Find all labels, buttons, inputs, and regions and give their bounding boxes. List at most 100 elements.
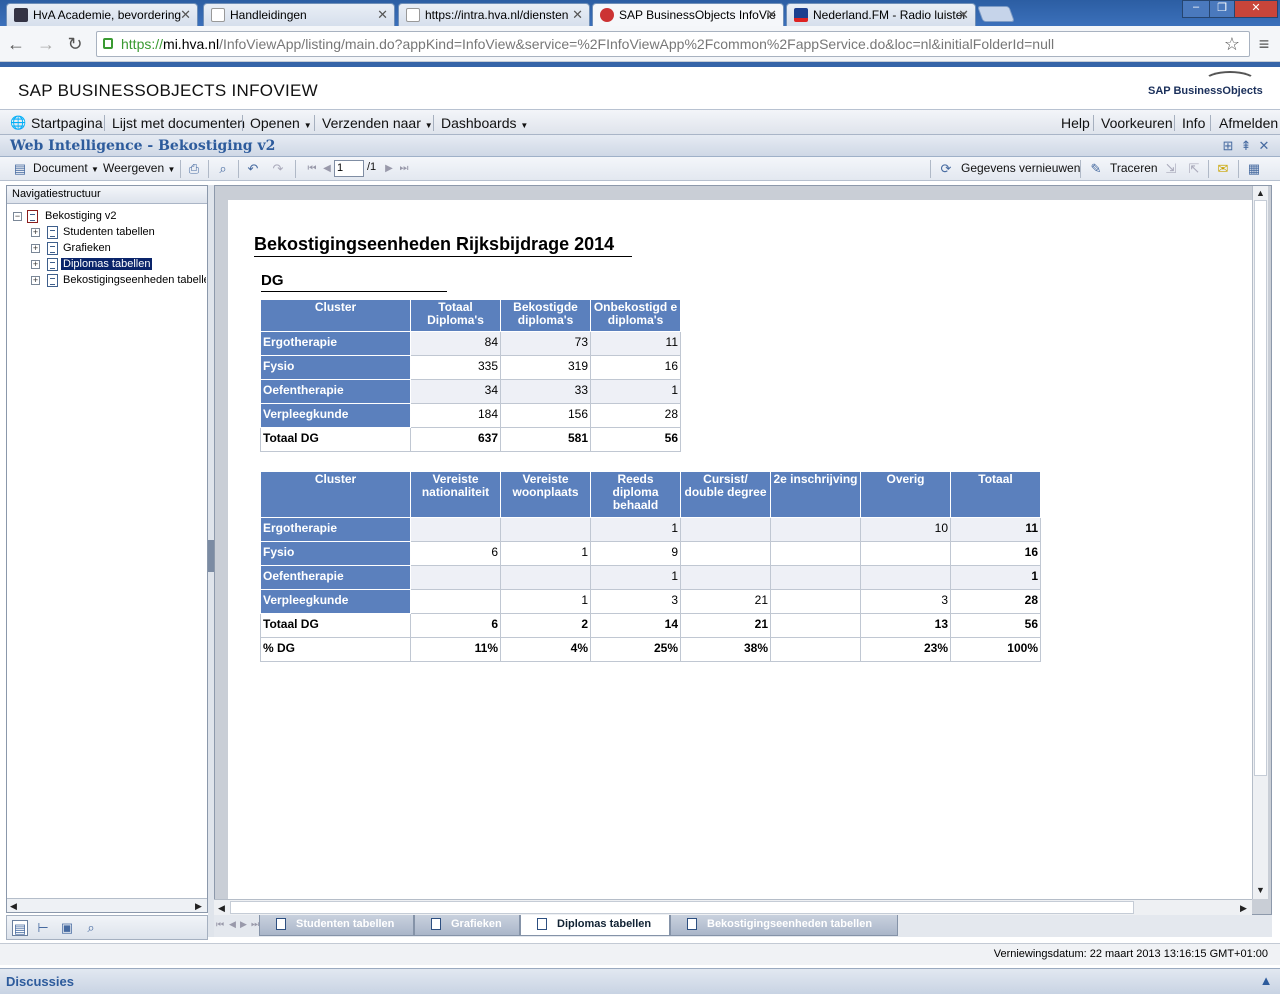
scrollbar-thumb[interactable] bbox=[1254, 200, 1267, 776]
close-icon[interactable]: ✕ bbox=[377, 7, 388, 23]
next-page-icon[interactable]: ▶ bbox=[381, 161, 397, 177]
collapse-icon[interactable]: − bbox=[13, 212, 22, 221]
trace-button[interactable]: Traceren bbox=[1110, 161, 1158, 175]
close-icon[interactable]: ✕ bbox=[766, 7, 777, 23]
url-input[interactable]: https://mi.hva.nl/InfoViewApp/listing/ma… bbox=[96, 31, 1250, 57]
restore-icon[interactable]: ❐ bbox=[1209, 0, 1235, 18]
tab-bekostigingseenheden-tabellen[interactable]: Bekostigingseenheden tabellen bbox=[670, 915, 898, 936]
minimize-icon[interactable]: – bbox=[1182, 0, 1210, 18]
last-page-icon[interactable]: ⏭ bbox=[396, 161, 412, 177]
tree-item-grafieken[interactable]: Grafieken bbox=[63, 242, 111, 254]
menu-startpagina[interactable]: Startpagina bbox=[31, 115, 103, 131]
menu-dashboards[interactable]: Dashboards ▼ bbox=[441, 115, 528, 131]
new-tab-button[interactable] bbox=[977, 6, 1015, 22]
tree-root-bekostiging[interactable]: Bekostiging v2 bbox=[45, 210, 117, 222]
close-icon[interactable]: ✕ bbox=[1256, 138, 1272, 154]
tab-diplomas-tabellen[interactable]: Diplomas tabellen bbox=[520, 915, 670, 936]
uitval-table: Cluster Vereiste nationaliteit Vereiste … bbox=[260, 471, 1041, 662]
maximize-icon[interactable]: ⊞ bbox=[1220, 138, 1236, 154]
drill-filter-icon[interactable]: ⇱ bbox=[1186, 161, 1202, 177]
expand-icon[interactable]: + bbox=[31, 260, 40, 269]
tree-item-bekostigingseenheden[interactable]: Bekostigingseenheden tabelle bbox=[63, 274, 206, 286]
tab-studenten-tabellen[interactable]: Studenten tabellen bbox=[259, 915, 414, 936]
table-row: Oefentherapie 1 1 bbox=[260, 565, 1041, 590]
expand-icon[interactable]: + bbox=[31, 228, 40, 237]
browser-tab-nederlandfm[interactable]: Nederland.FM - Radio luister ✕ bbox=[786, 3, 976, 26]
scroll-left-icon[interactable]: ◀ bbox=[218, 903, 225, 914]
menu-openen[interactable]: Openen ▼ bbox=[250, 115, 312, 131]
refresh-data-button[interactable]: Gegevens vernieuwen bbox=[961, 161, 1080, 175]
menu-voorkeuren[interactable]: Voorkeuren bbox=[1101, 115, 1173, 131]
scroll-left-icon[interactable]: ◀ bbox=[10, 901, 17, 912]
drill-icon[interactable]: ⇲ bbox=[1163, 161, 1179, 177]
document-structure-icon[interactable]: ▤ bbox=[12, 920, 28, 936]
close-icon[interactable]: ✕ bbox=[958, 7, 969, 23]
reload-icon[interactable]: ↻ bbox=[63, 32, 87, 56]
bookmark-star-icon[interactable]: ☆ bbox=[1220, 32, 1244, 56]
menu-info[interactable]: Info bbox=[1182, 115, 1205, 131]
find-binoculars-icon[interactable]: ⌕ bbox=[215, 161, 231, 177]
menu-help[interactable]: Help bbox=[1061, 115, 1090, 131]
navigation-panel: Navigatiestructuur − Bekostiging v2 + St… bbox=[6, 185, 208, 913]
scroll-down-icon[interactable]: ▼ bbox=[1256, 885, 1265, 895]
menu-lijst[interactable]: Lijst met documenten bbox=[112, 115, 245, 131]
browser-tab-handleidingen[interactable]: Handleidingen ✕ bbox=[203, 3, 395, 26]
undo-icon[interactable]: ↶ bbox=[245, 161, 261, 177]
tree-item-studenten[interactable]: Studenten tabellen bbox=[63, 226, 155, 238]
tab-scroll-last-icon[interactable]: ⏭ bbox=[251, 919, 259, 930]
data-icon[interactable]: ▣ bbox=[59, 920, 75, 936]
weergeven-menu[interactable]: Weergeven ▼ bbox=[103, 161, 175, 175]
redo-icon[interactable]: ↷ bbox=[270, 161, 286, 177]
report-vertical-scrollbar[interactable]: ▲ ▼ bbox=[1252, 186, 1268, 899]
window-close-icon[interactable]: ✕ bbox=[1234, 0, 1278, 18]
scroll-right-icon[interactable]: ▶ bbox=[1240, 903, 1247, 914]
first-page-icon[interactable]: ⏮ bbox=[304, 161, 320, 177]
value-cell: 1 bbox=[590, 379, 681, 404]
toolbar-separator bbox=[1208, 160, 1209, 178]
navigation-horizontal-scrollbar[interactable]: ◀ ▶ bbox=[7, 898, 207, 912]
url-host: mi.hva.nl bbox=[163, 36, 220, 52]
document-menu[interactable]: Document ▼ bbox=[33, 161, 99, 175]
expand-up-icon[interactable]: ▲ bbox=[1258, 973, 1274, 989]
tab-scroll-prev-icon[interactable]: ◀ bbox=[229, 919, 236, 930]
filter-structure-icon[interactable]: ⊢ bbox=[35, 920, 51, 936]
tab-label: Grafieken bbox=[451, 918, 502, 930]
wrench-menu-icon[interactable]: ≡ bbox=[1252, 32, 1276, 56]
browser-tab-hva[interactable]: HvA Academie, bevordering ✕ bbox=[6, 3, 198, 26]
browser-tab-intra[interactable]: https://intra.hva.nl/diensten ✕ bbox=[398, 3, 590, 26]
page-number-input[interactable]: 1 bbox=[334, 160, 364, 177]
total-cell: 100% bbox=[950, 637, 1041, 662]
tree-item-diplomas[interactable]: Diplomas tabellen bbox=[61, 258, 153, 270]
scroll-up-icon[interactable]: ▲ bbox=[1256, 188, 1265, 198]
menu-afmelden[interactable]: Afmelden bbox=[1219, 115, 1278, 131]
scroll-right-icon[interactable]: ▶ bbox=[195, 901, 202, 912]
webi-document-icon bbox=[27, 210, 38, 223]
cluster-cell: Verpleegkunde bbox=[260, 589, 411, 614]
tab-grafieken[interactable]: Grafieken bbox=[414, 915, 520, 936]
close-icon[interactable]: ✕ bbox=[180, 7, 191, 23]
menu-verzenden[interactable]: Verzenden naar ▼ bbox=[322, 115, 433, 131]
scrollbar-thumb[interactable] bbox=[230, 901, 1134, 914]
close-icon[interactable]: ✕ bbox=[572, 7, 583, 23]
toolbar-separator bbox=[1238, 160, 1239, 178]
discussions-bar[interactable]: Discussies ▲ bbox=[0, 968, 1280, 994]
back-arrow-icon[interactable]: ← bbox=[4, 32, 28, 56]
toolbar-separator bbox=[1080, 160, 1081, 178]
previous-page-icon[interactable]: ◀ bbox=[319, 161, 335, 177]
forward-arrow-icon[interactable]: → bbox=[34, 32, 58, 56]
value-cell: 1 bbox=[590, 565, 681, 590]
total-cell: 56 bbox=[590, 427, 681, 452]
print-icon[interactable]: ⎙ bbox=[186, 161, 202, 177]
tab-scroll-first-icon[interactable]: ⏮ bbox=[216, 919, 224, 930]
tab-scroll-next-icon[interactable]: ▶ bbox=[240, 919, 247, 930]
browser-tab-sap[interactable]: SAP BusinessObjects InfoVie ✕ bbox=[592, 3, 784, 27]
expand-icon[interactable]: + bbox=[31, 276, 40, 285]
search-binoculars-icon[interactable]: ⌕ bbox=[83, 920, 99, 936]
comment-icon[interactable]: ✉ bbox=[1215, 161, 1231, 177]
expand-icon[interactable]: + bbox=[31, 244, 40, 253]
pin-icon[interactable]: ⇞ bbox=[1238, 138, 1254, 154]
value-cell bbox=[860, 541, 951, 566]
report-horizontal-scrollbar[interactable]: ◀ ▶ bbox=[214, 899, 1252, 915]
browser-tab-title: Nederland.FM - Radio luister bbox=[813, 8, 967, 22]
layout-icon[interactable]: ▦ bbox=[1246, 161, 1262, 177]
